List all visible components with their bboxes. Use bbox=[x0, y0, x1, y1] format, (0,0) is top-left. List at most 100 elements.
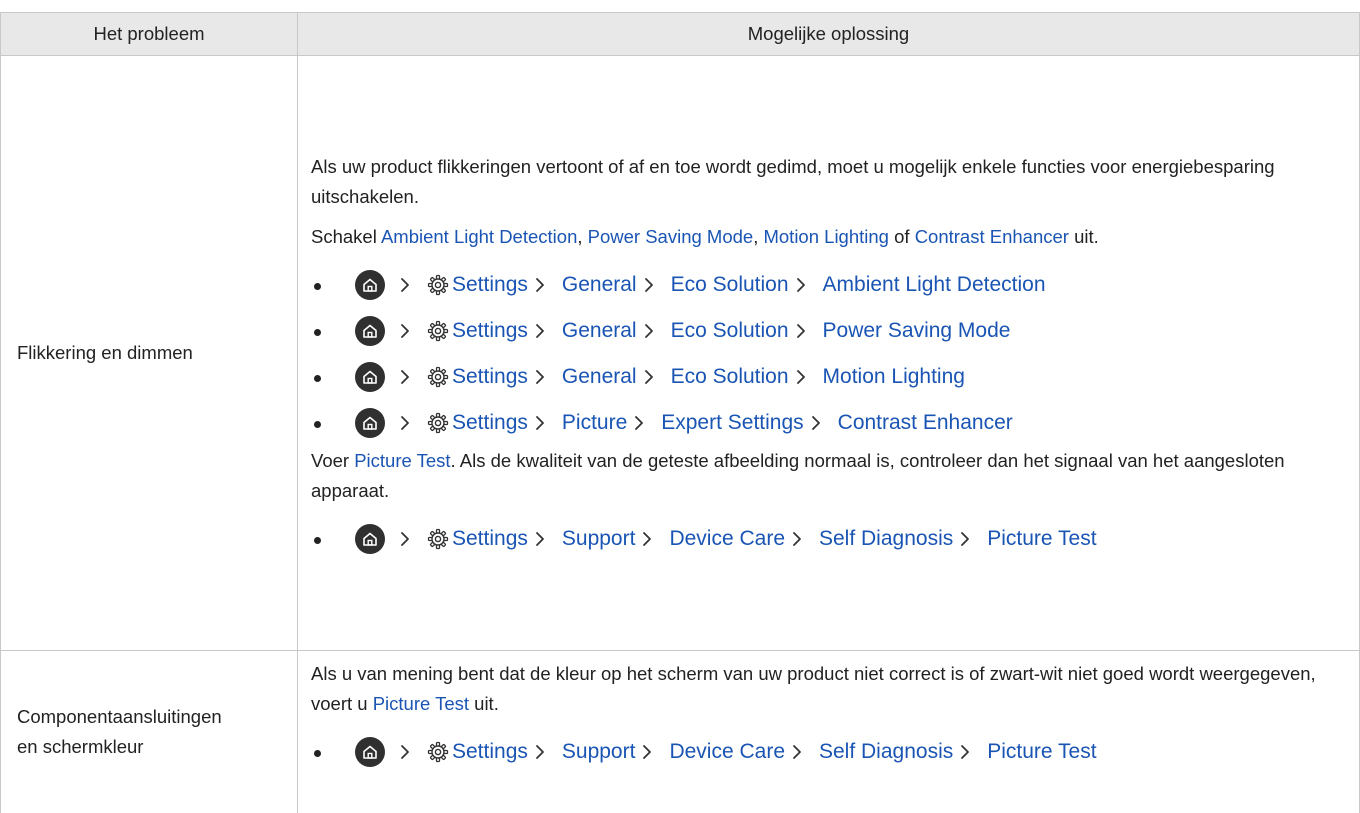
menu-item-settings[interactable]: Settings bbox=[452, 737, 528, 767]
problem-cell: Flikkering en dimmen bbox=[1, 56, 298, 651]
menu-item-support[interactable]: Support bbox=[562, 737, 636, 767]
chevron-right-icon bbox=[629, 413, 649, 433]
chevron-right-icon bbox=[637, 742, 657, 762]
table-row: Flikkering en dimmen Als uw product flik… bbox=[1, 56, 1360, 651]
menu-item-device-care[interactable]: Device Care bbox=[669, 524, 785, 554]
problem-label: Flikkering en dimmen bbox=[17, 342, 193, 363]
header-problem: Het probleem bbox=[1, 13, 298, 56]
chevron-right-icon bbox=[639, 321, 659, 341]
home-icon[interactable] bbox=[355, 408, 385, 438]
gear-icon bbox=[427, 528, 449, 550]
menu-path: Settings General Eco Solution Power Saving … bbox=[311, 308, 1351, 354]
menu-item-picture-test[interactable]: Picture Test bbox=[987, 524, 1096, 554]
menu-item-support[interactable]: Support bbox=[562, 524, 636, 554]
menu-item-expert-settings[interactable]: Expert Settings bbox=[661, 408, 803, 438]
bullet bbox=[314, 537, 321, 544]
menu-item-device-care[interactable]: Device Care bbox=[669, 737, 785, 767]
menu-link-contrast-enhancer[interactable]: Contrast Enhancer bbox=[915, 226, 1069, 247]
text: of bbox=[889, 226, 915, 247]
chevron-right-icon bbox=[395, 413, 415, 433]
menu-item-eco-solution[interactable]: Eco Solution bbox=[671, 362, 789, 392]
home-icon[interactable] bbox=[355, 270, 385, 300]
chevron-right-icon bbox=[395, 529, 415, 549]
bullet bbox=[314, 750, 321, 757]
text: uit. bbox=[469, 693, 499, 714]
header-solution: Mogelijke oplossing bbox=[298, 13, 1360, 56]
troubleshooting-table: Het probleem Mogelijke oplossing Flikker… bbox=[0, 12, 1360, 813]
chevron-right-icon bbox=[395, 367, 415, 387]
home-icon[interactable] bbox=[355, 316, 385, 346]
gear-icon bbox=[427, 274, 449, 296]
menu-item-eco-solution[interactable]: Eco Solution bbox=[671, 270, 789, 300]
problem-label: Componentaansluitingen bbox=[17, 702, 287, 732]
menu-path: Settings Support Device Care Self Diagnosis… bbox=[311, 516, 1351, 562]
solution-paragraph: Voer Picture Test. Als de kwaliteit van … bbox=[311, 446, 1351, 506]
menu-item-contrast-enhancer[interactable]: Contrast Enhancer bbox=[838, 408, 1013, 438]
menu-item-settings[interactable]: Settings bbox=[452, 316, 528, 346]
chevron-right-icon bbox=[395, 275, 415, 295]
chevron-right-icon bbox=[639, 367, 659, 387]
menu-item-general[interactable]: General bbox=[562, 362, 637, 392]
chevron-right-icon bbox=[791, 321, 811, 341]
chevron-right-icon bbox=[791, 275, 811, 295]
menu-link-motion-lighting[interactable]: Motion Lighting bbox=[763, 226, 888, 247]
gear-icon bbox=[427, 366, 449, 388]
text: , bbox=[577, 226, 587, 247]
menu-path: Settings Support Device Care Self Diagnosis… bbox=[311, 729, 1351, 775]
gear-icon bbox=[427, 412, 449, 434]
chevron-right-icon bbox=[530, 413, 550, 433]
menu-item-self-diagnosis[interactable]: Self Diagnosis bbox=[819, 524, 953, 554]
chevron-right-icon bbox=[637, 529, 657, 549]
chevron-right-icon bbox=[639, 275, 659, 295]
menu-item-power-saving-mode[interactable]: Power Saving Mode bbox=[823, 316, 1011, 346]
solution-paragraph: Als u van mening bent dat de kleur op he… bbox=[311, 659, 1351, 719]
menu-item-settings[interactable]: Settings bbox=[452, 408, 528, 438]
menu-item-self-diagnosis[interactable]: Self Diagnosis bbox=[819, 737, 953, 767]
menu-link-picture-test[interactable]: Picture Test bbox=[373, 693, 469, 714]
text: . Als de kwaliteit van de geteste afbeel… bbox=[311, 450, 1285, 501]
menu-item-picture-test[interactable]: Picture Test bbox=[987, 737, 1096, 767]
home-icon[interactable] bbox=[355, 524, 385, 554]
menu-link-ambient-light-detection[interactable]: Ambient Light Detection bbox=[381, 226, 577, 247]
chevron-right-icon bbox=[530, 321, 550, 341]
bullet bbox=[314, 421, 321, 428]
menu-link-power-saving-mode[interactable]: Power Saving Mode bbox=[588, 226, 754, 247]
chevron-right-icon bbox=[530, 275, 550, 295]
bullet bbox=[314, 283, 321, 290]
chevron-right-icon bbox=[530, 529, 550, 549]
menu-link-picture-test[interactable]: Picture Test bbox=[354, 450, 450, 471]
menu-path: Settings General Eco Solution Ambient Light… bbox=[311, 262, 1351, 308]
chevron-right-icon bbox=[955, 742, 975, 762]
menu-item-settings[interactable]: Settings bbox=[452, 270, 528, 300]
menu-item-ambient-light-detection[interactable]: Ambient Light Detection bbox=[823, 270, 1046, 300]
text: uit. bbox=[1069, 226, 1099, 247]
gear-icon bbox=[427, 320, 449, 342]
menu-item-general[interactable]: General bbox=[562, 270, 637, 300]
menu-item-settings[interactable]: Settings bbox=[452, 362, 528, 392]
chevron-right-icon bbox=[395, 742, 415, 762]
text: , bbox=[753, 226, 763, 247]
text: Schakel bbox=[311, 226, 381, 247]
chevron-right-icon bbox=[530, 367, 550, 387]
menu-path: Settings Picture Expert Settings Contrast E… bbox=[311, 400, 1351, 446]
menu-item-eco-solution[interactable]: Eco Solution bbox=[671, 316, 789, 346]
menu-item-general[interactable]: General bbox=[562, 316, 637, 346]
menu-item-picture[interactable]: Picture bbox=[562, 408, 627, 438]
menu-path: Settings General Eco Solution Motion Lighti… bbox=[311, 354, 1351, 400]
solution-paragraph: Als uw product flikkeringen vertoont of … bbox=[311, 152, 1351, 212]
menu-item-settings[interactable]: Settings bbox=[452, 524, 528, 554]
chevron-right-icon bbox=[787, 742, 807, 762]
menu-item-motion-lighting[interactable]: Motion Lighting bbox=[823, 362, 965, 392]
bullet bbox=[314, 375, 321, 382]
solution-paragraph: Schakel Ambient Light Detection, Power S… bbox=[311, 222, 1351, 252]
bullet bbox=[314, 329, 321, 336]
chevron-right-icon bbox=[791, 367, 811, 387]
table-header-row: Het probleem Mogelijke oplossing bbox=[1, 13, 1360, 56]
home-icon[interactable] bbox=[355, 737, 385, 767]
chevron-right-icon bbox=[395, 321, 415, 341]
text: Voer bbox=[311, 450, 354, 471]
home-icon[interactable] bbox=[355, 362, 385, 392]
chevron-right-icon bbox=[955, 529, 975, 549]
problem-label: en schermkleur bbox=[17, 732, 287, 762]
chevron-right-icon bbox=[530, 742, 550, 762]
